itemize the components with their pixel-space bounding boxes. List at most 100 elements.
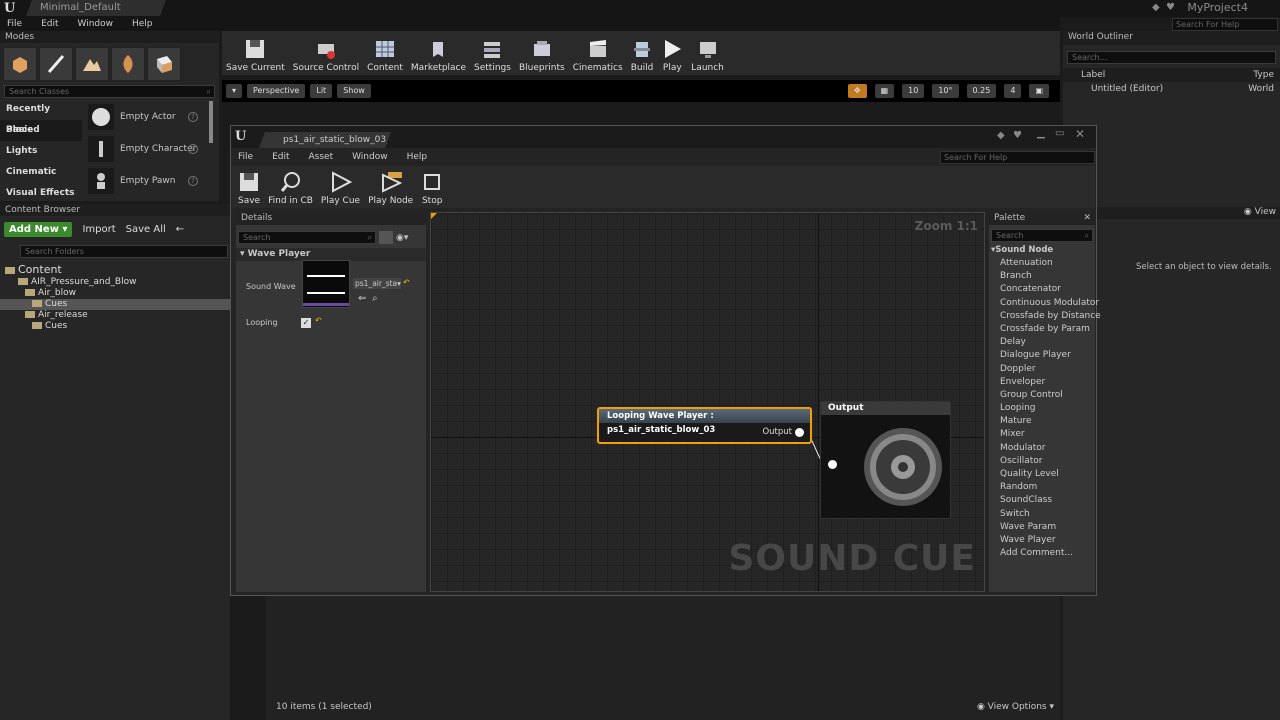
- import-button[interactable]: Import: [82, 224, 115, 235]
- sound-cue-tab[interactable]: ps1_air_static_blow_03_Cu: [259, 132, 391, 148]
- menu-edit[interactable]: Edit: [265, 152, 289, 162]
- output-node[interactable]: Output: [820, 401, 951, 519]
- palette-item[interactable]: Concatenator: [989, 283, 1095, 296]
- output-pin[interactable]: [795, 428, 804, 437]
- help-icon[interactable]: ?: [188, 112, 198, 122]
- tree-item[interactable]: Content: [0, 264, 230, 277]
- settings-button[interactable]: Settings: [470, 33, 515, 73]
- palette-item[interactable]: Branch: [989, 270, 1095, 283]
- category-cinematic[interactable]: Cinematic: [0, 162, 82, 183]
- list-item[interactable]: Empty Character?: [84, 133, 210, 165]
- save-button[interactable]: Save: [234, 168, 264, 206]
- category-basic[interactable]: Basic: [0, 120, 82, 141]
- play-node-button[interactable]: Play Node: [364, 168, 417, 206]
- perspective-button[interactable]: Perspective: [247, 84, 306, 98]
- palette-item[interactable]: Random: [989, 481, 1095, 494]
- help-icon[interactable]: ?: [188, 144, 198, 154]
- scale-snap-value[interactable]: 0.25: [966, 84, 997, 98]
- palette-item[interactable]: Wave Player: [989, 534, 1095, 547]
- reset-icon[interactable]: ↶: [315, 316, 322, 325]
- input-pin[interactable]: [828, 460, 837, 469]
- eye-icon[interactable]: ◉▾: [396, 233, 408, 243]
- tree-item[interactable]: AIR_Pressure_and_Blow: [0, 277, 230, 288]
- play-cue-button[interactable]: Play Cue: [317, 168, 364, 206]
- place-mode-icon[interactable]: [3, 47, 37, 81]
- category-recently-placed[interactable]: Recently Placed: [0, 99, 82, 135]
- outliner-search-input[interactable]: Search...: [1067, 51, 1276, 64]
- launch-button[interactable]: Launch: [687, 33, 728, 73]
- paint-mode-icon[interactable]: [39, 47, 73, 81]
- table-row[interactable]: Untitled (Editor) World: [1063, 82, 1280, 96]
- maximize-icon[interactable]: ▭: [1055, 128, 1064, 139]
- category-lights[interactable]: Lights: [0, 141, 82, 162]
- foliage-mode-icon[interactable]: [111, 47, 145, 81]
- menu-help[interactable]: Help: [125, 19, 153, 29]
- menu-asset[interactable]: Asset: [302, 152, 334, 162]
- build-button[interactable]: Build: [627, 33, 658, 73]
- camera-speed-value[interactable]: 4: [1004, 84, 1022, 98]
- find-in-cb-button[interactable]: Find in CB: [264, 168, 317, 206]
- palette-item[interactable]: Doppler: [989, 363, 1095, 376]
- property-matrix-icon[interactable]: [379, 231, 393, 244]
- palette-category[interactable]: ▾Sound Node: [989, 244, 1095, 257]
- tree-item[interactable]: Air_release: [0, 310, 230, 321]
- use-selected-arrow-icon[interactable]: ⇐: [358, 293, 366, 304]
- back-arrow-icon[interactable]: ←: [176, 224, 184, 235]
- palette-item[interactable]: Switch: [989, 508, 1095, 521]
- lit-button[interactable]: Lit: [310, 84, 333, 98]
- tree-item[interactable]: Air_blow: [0, 288, 230, 299]
- menu-help[interactable]: Help: [400, 152, 428, 162]
- feedback-icon[interactable]: ♥: [1166, 2, 1175, 13]
- palette-item[interactable]: Crossfade by Distance: [989, 310, 1101, 323]
- palette-item[interactable]: Quality Level: [989, 468, 1095, 481]
- transform-icon[interactable]: ✥: [847, 84, 867, 98]
- tree-item[interactable]: Cues: [0, 299, 230, 310]
- wave-player-node[interactable]: Looping Wave Player : ps1_air_static_blo…: [597, 407, 812, 444]
- palette-item[interactable]: Mixer: [989, 428, 1095, 441]
- sound-cue-graph[interactable]: Zoom 1:1 SOUND CUE Looping Wave Player :…: [430, 212, 985, 592]
- geometry-mode-icon[interactable]: [147, 47, 181, 81]
- palette-item[interactable]: Looping: [989, 402, 1095, 415]
- search-help-input[interactable]: Search For Help: [1172, 18, 1278, 31]
- view-options-button[interactable]: ◉ View Options ▾: [977, 702, 1054, 712]
- grid-snap-toggle[interactable]: ▦: [874, 84, 895, 98]
- marketplace-button[interactable]: Marketplace: [407, 33, 470, 73]
- palette-item[interactable]: SoundClass: [989, 494, 1095, 507]
- col-type[interactable]: Type: [1253, 70, 1274, 80]
- browse-icon[interactable]: ⌕: [372, 293, 378, 304]
- landscape-mode-icon[interactable]: [75, 47, 109, 81]
- notification-icon[interactable]: ◆: [997, 130, 1005, 141]
- list-item[interactable]: Empty Pawn?: [84, 165, 210, 197]
- level-tab[interactable]: Minimal_Default: [26, 0, 166, 16]
- looping-checkbox[interactable]: ✓: [301, 318, 311, 328]
- search-folders-input[interactable]: Search Folders: [20, 245, 228, 258]
- menu-window[interactable]: Window: [71, 19, 114, 29]
- search-help-input[interactable]: Search For Help: [940, 151, 1095, 164]
- rotation-snap-value[interactable]: 10°: [932, 84, 959, 98]
- category-visual-effects[interactable]: Visual Effects: [0, 183, 82, 204]
- scrollbar[interactable]: [209, 101, 213, 143]
- blueprints-button[interactable]: Blueprints: [515, 33, 569, 73]
- palette-item[interactable]: Attenuation: [989, 257, 1095, 270]
- play-button[interactable]: Play: [657, 33, 687, 73]
- stop-button[interactable]: Stop: [417, 168, 447, 206]
- palette-item[interactable]: Oscillator: [989, 455, 1095, 468]
- palette-item[interactable]: Modulator: [989, 442, 1095, 455]
- view-button[interactable]: ◉ View: [1244, 207, 1276, 217]
- palette-item[interactable]: Wave Param: [989, 521, 1095, 534]
- cinematics-button[interactable]: Cinematics: [569, 33, 627, 73]
- content-button[interactable]: Content: [363, 33, 407, 73]
- palette-search-input[interactable]: Search ⌕: [991, 229, 1093, 242]
- feedback-icon[interactable]: ♥: [1013, 130, 1022, 141]
- viewport-options-button[interactable]: ▾: [226, 84, 243, 98]
- menu-edit[interactable]: Edit: [34, 19, 58, 29]
- menu-file[interactable]: File: [231, 152, 253, 162]
- col-label[interactable]: Label: [1069, 70, 1105, 80]
- sound-wave-dropdown[interactable]: ps1_air_sta▾: [353, 278, 401, 289]
- palette-item[interactable]: Continuous Modulator: [989, 297, 1099, 310]
- palette-item[interactable]: Mature: [989, 415, 1095, 428]
- add-new-button[interactable]: Add New ▾: [4, 222, 73, 237]
- sound-wave-thumbnail[interactable]: [302, 260, 350, 308]
- palette-item[interactable]: Crossfade by Param: [989, 323, 1095, 336]
- close-icon[interactable]: ✕: [1083, 212, 1091, 224]
